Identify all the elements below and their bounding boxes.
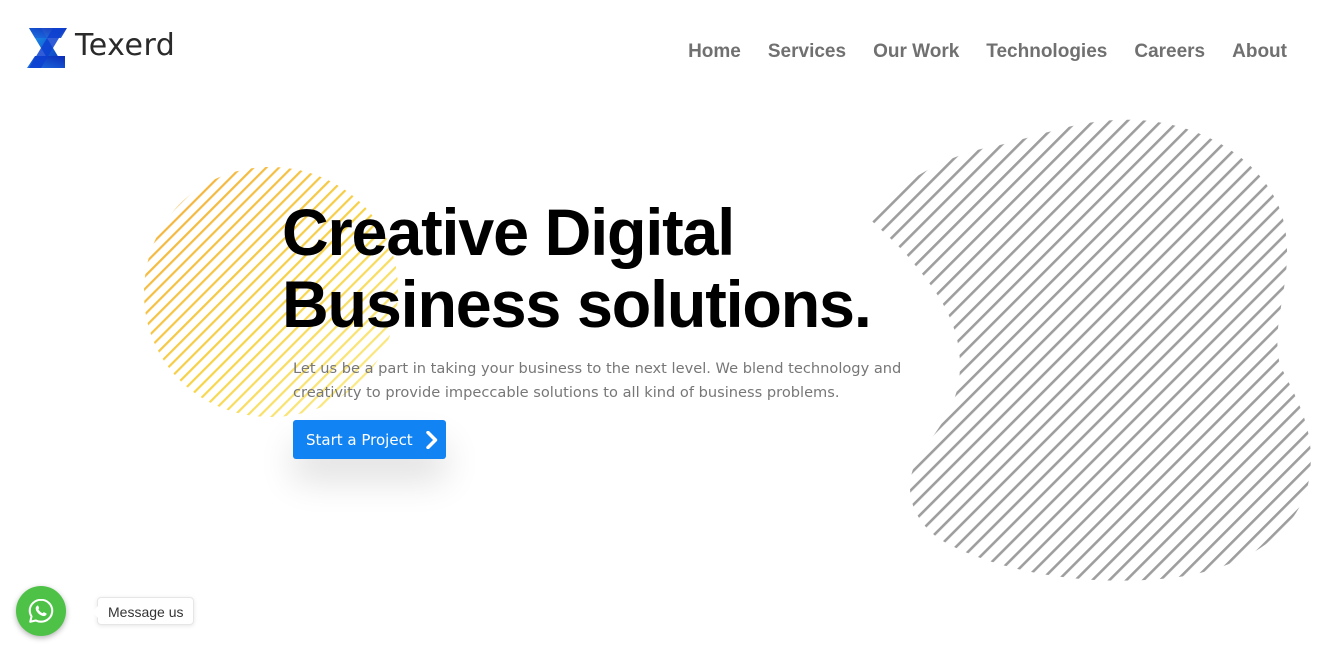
- nav-technologies[interactable]: Technologies: [986, 40, 1107, 64]
- nav-services[interactable]: Services: [768, 40, 846, 64]
- brand-logo[interactable]: Texerd: [25, 26, 175, 70]
- chevron-right-icon: [426, 430, 437, 449]
- start-project-label: Start a Project: [306, 430, 413, 449]
- whatsapp-message-bubble[interactable]: Message us: [91, 597, 195, 625]
- hero-title-line-1: Creative Digital: [282, 195, 735, 269]
- whatsapp-icon: [28, 598, 54, 623]
- hero-title: Creative Digital Business solutions.: [282, 195, 872, 341]
- nav-careers[interactable]: Careers: [1134, 40, 1205, 64]
- hero-title-line-2: Business solutions.: [282, 267, 872, 341]
- whatsapp-chat-button[interactable]: [16, 586, 66, 636]
- nav-home[interactable]: Home: [688, 40, 741, 64]
- nav-about[interactable]: About: [1232, 40, 1287, 64]
- gray-hatched-blob-decoration: [866, 119, 1311, 581]
- site-header: Texerd Home Services Our Work Technologi…: [0, 0, 1337, 100]
- nav-our-work[interactable]: Our Work: [873, 40, 959, 64]
- brand-name: Texerd: [75, 28, 176, 63]
- start-project-button[interactable]: Start a Project: [293, 420, 446, 459]
- main-nav: Home Services Our Work Technologies Care…: [661, 40, 1287, 64]
- hero-subtitle: Let us be a part in taking your business…: [293, 360, 902, 401]
- x-logo-icon: [27, 28, 67, 68]
